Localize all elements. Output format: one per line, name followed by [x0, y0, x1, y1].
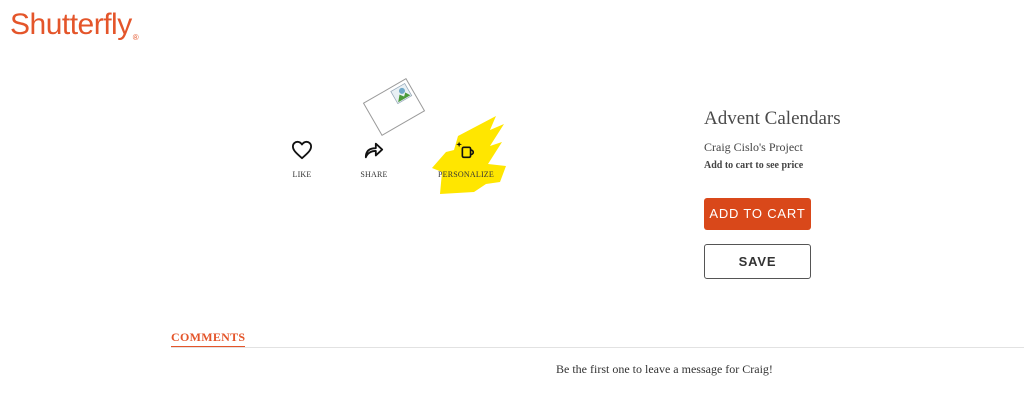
add-to-cart-button[interactable]: ADD TO CART: [704, 198, 811, 230]
product-title: Advent Calendars: [704, 108, 841, 129]
image-placeholder-icon: [390, 82, 413, 105]
project-page: Shutterfly® LIKE SHARE PERSONALIZE Adven…: [0, 0, 1024, 408]
comments-empty-message: Be the first one to leave a message for …: [556, 362, 773, 376]
project-thumbnail[interactable]: [362, 78, 426, 136]
heart-icon: [282, 140, 322, 160]
like-label: LIKE: [292, 170, 312, 179]
personalize-label: PERSONALIZE: [438, 170, 494, 179]
brand-name: Shutterfly: [10, 8, 132, 41]
share-arrow-icon: [354, 140, 394, 160]
share-button[interactable]: SHARE: [354, 140, 394, 179]
project-owner[interactable]: Craig Cislo's Project: [704, 140, 841, 155]
personalize-mug-icon: [430, 140, 502, 160]
share-label: SHARE: [360, 170, 388, 179]
brand-mark: ®: [132, 33, 139, 42]
product-details: Advent Calendars Craig Cislo's Project A…: [704, 108, 841, 171]
comments-divider: [171, 347, 1024, 348]
shutterfly-logo[interactable]: Shutterfly®: [10, 8, 139, 42]
price-note: Add to cart to see price: [704, 160, 804, 171]
like-button[interactable]: LIKE: [282, 140, 322, 179]
save-button[interactable]: SAVE: [704, 244, 811, 279]
tab-comments[interactable]: COMMENTS: [171, 330, 246, 348]
personalize-button[interactable]: PERSONALIZE: [430, 140, 502, 179]
